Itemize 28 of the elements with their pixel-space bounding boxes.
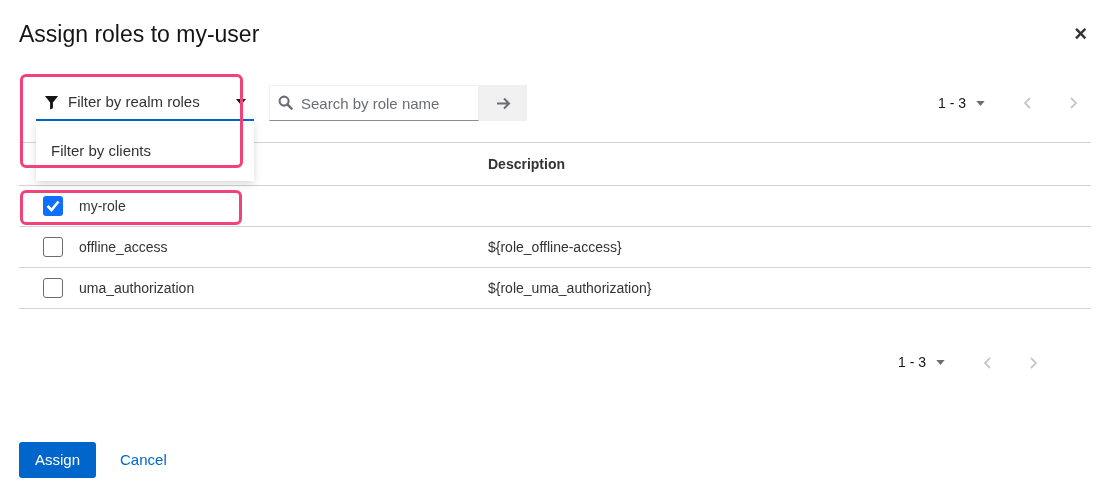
- role-description: ${role_offline-access}: [488, 237, 622, 257]
- dialog-title: Assign roles to my-user: [19, 19, 260, 49]
- caret-icon: [976, 100, 985, 106]
- menu-item[interactable]: Filter by clients: [36, 139, 254, 163]
- chevron-right-icon: [1029, 356, 1038, 369]
- checkbox[interactable]: [43, 196, 63, 216]
- assign-button[interactable]: Assign: [19, 442, 97, 478]
- checkbox[interactable]: [43, 278, 63, 298]
- role-name: offline_access: [79, 237, 169, 257]
- arrow-right-icon: [495, 96, 511, 110]
- column-header: Description: [488, 154, 565, 174]
- search-submit-button[interactable]: [479, 85, 527, 121]
- search-field[interactable]: Search by role name: [269, 85, 479, 121]
- chevron-left-icon: [983, 356, 992, 369]
- role-name: uma_authorization: [79, 278, 196, 298]
- cancel-link[interactable]: Cancel: [104, 442, 183, 478]
- close-button[interactable]: ×: [1074, 23, 1087, 45]
- chevron-left-icon: [1023, 97, 1032, 109]
- caret-icon: [236, 99, 246, 105]
- pagination-dropdown[interactable]: 1 - 3: [938, 92, 985, 114]
- filter-icon: [44, 94, 59, 110]
- role-name: my-role: [79, 196, 127, 216]
- pagination-dropdown[interactable]: 1 - 3: [898, 352, 945, 373]
- checkbox[interactable]: [43, 237, 63, 257]
- search-icon: [278, 95, 293, 110]
- caret-icon: [936, 360, 945, 365]
- chevron-right-icon: [1069, 97, 1078, 109]
- role-description: ${role_uma_authorization}: [488, 278, 652, 298]
